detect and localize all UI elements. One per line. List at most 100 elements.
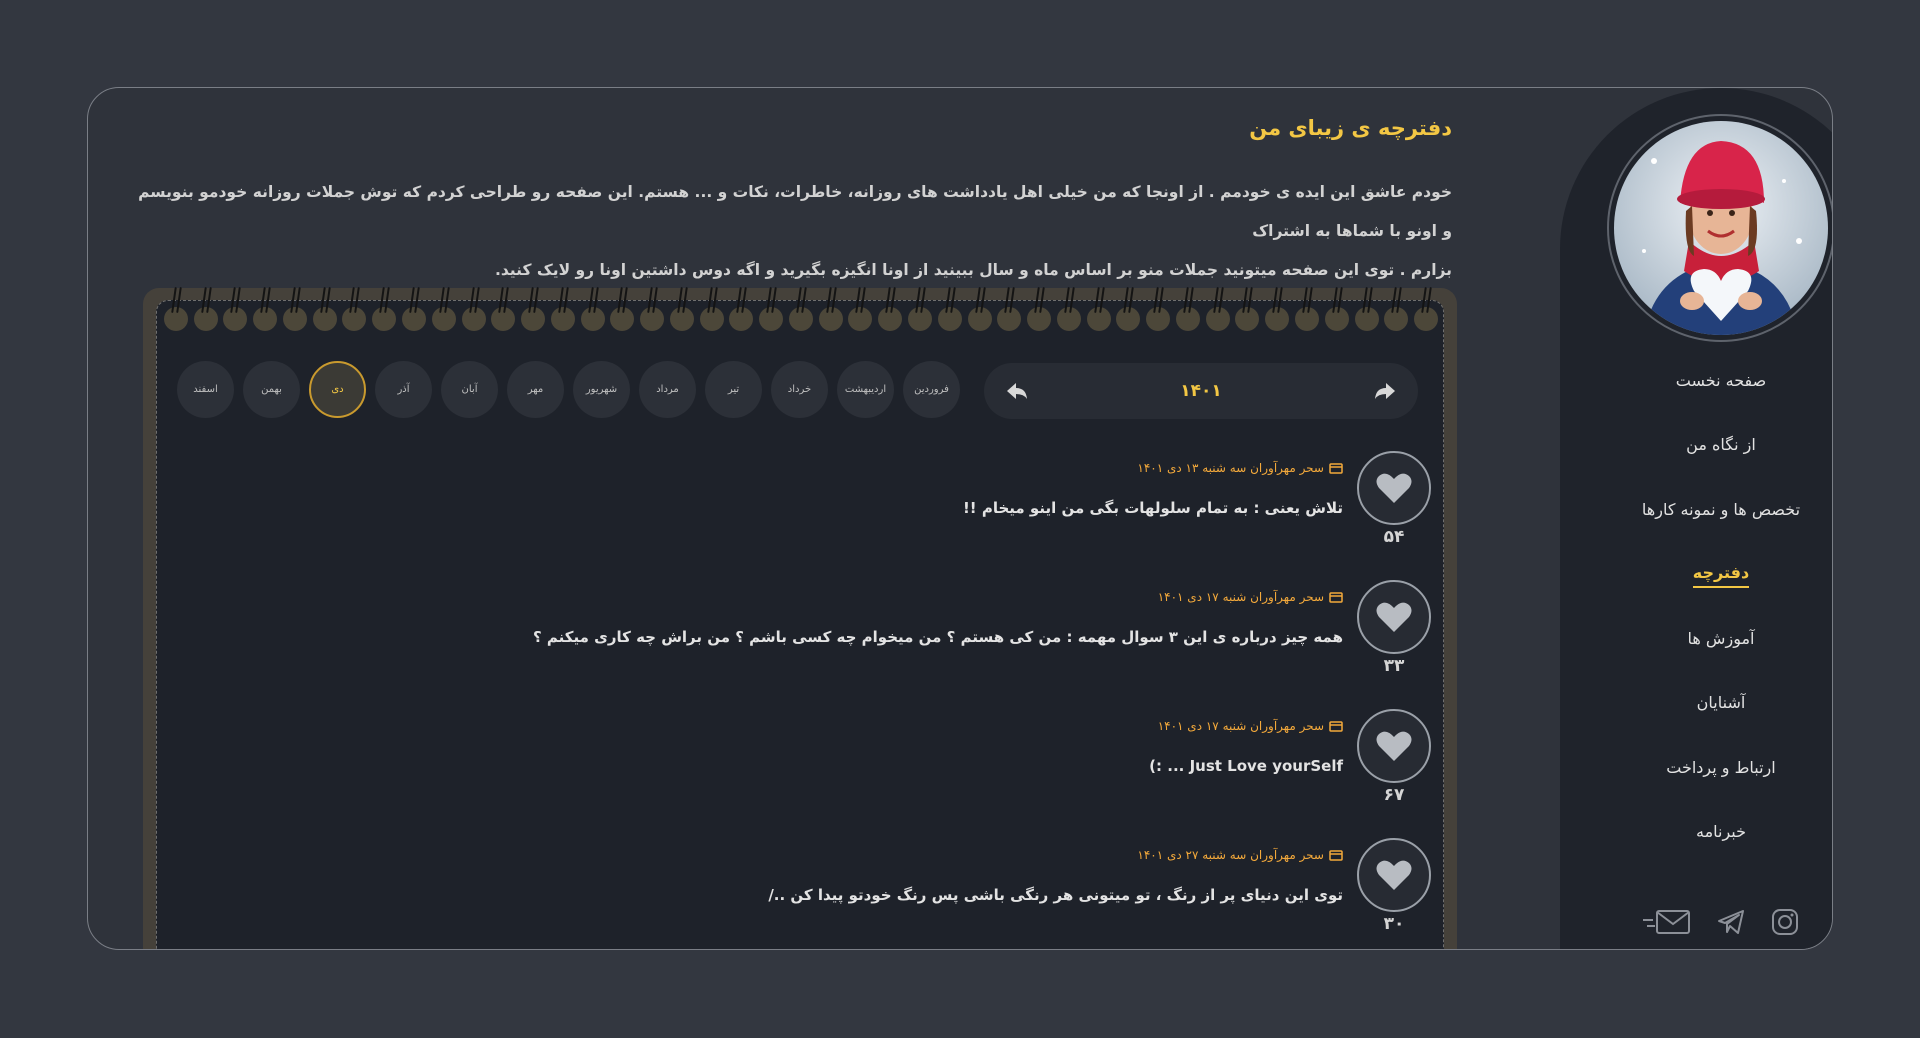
nav-item-friends[interactable]: آشنایان [1560, 673, 1832, 738]
mail-icon[interactable] [1643, 908, 1691, 940]
like-count: ۵۴ [1383, 527, 1405, 547]
post-text: همه چیز درباره ی این ۳ سوال مهمه : من کی… [532, 628, 1343, 646]
like-control: ۶۷ [1355, 709, 1433, 805]
month-khordad[interactable]: خرداد [771, 361, 828, 418]
spiral-ring [282, 307, 307, 331]
spiral-ring [1116, 307, 1141, 331]
next-year-arrow-icon[interactable] [1374, 382, 1396, 400]
like-control: ۳۳ [1355, 580, 1433, 676]
spiral-ring [878, 307, 903, 331]
post-meta: سحر مهرآوران شنبه ۱۷ دی ۱۴۰۱ [1158, 719, 1343, 733]
nav-item-contact-payment[interactable]: ارتباط و پرداخت [1560, 737, 1832, 802]
spiral-ring [669, 307, 694, 331]
month-mehr[interactable]: مهر [507, 361, 564, 418]
intro-line: بزارم . توی این صفحه میتونید جملات منو ب… [494, 261, 1452, 279]
spiral-ring [759, 307, 784, 331]
like-button[interactable] [1357, 451, 1431, 525]
like-button[interactable] [1357, 580, 1431, 654]
spiral-ring [1056, 307, 1081, 331]
post-author-date: سحر مهرآوران شنبه ۱۷ دی ۱۴۰۱ [1157, 719, 1324, 733]
spiral-ring [1146, 307, 1171, 331]
like-control: ۵۴ [1355, 451, 1433, 547]
like-control: ۳۰ [1355, 838, 1433, 934]
calendar-icon [1329, 463, 1343, 474]
spiral-ring [1324, 307, 1349, 331]
spiral-ring [431, 307, 456, 331]
spiral-ring [1294, 307, 1319, 331]
post-meta: سحر مهرآوران شنبه ۱۷ دی ۱۴۰۱ [1158, 590, 1343, 604]
spiral-ring [848, 307, 873, 331]
post-author-date: سحر مهرآوران سه شنبه ۲۷ دی ۱۴۰۱ [1137, 848, 1324, 862]
month-azar[interactable]: آذر [375, 361, 432, 418]
nav-item-portfolio[interactable]: تخصص ها و نمونه کارها [1560, 479, 1832, 544]
previous-year-arrow-icon[interactable] [1006, 382, 1028, 400]
calendar-icon [1329, 850, 1343, 861]
like-button[interactable] [1357, 709, 1431, 783]
nav-label: آموزش ها [1687, 628, 1755, 648]
post-text: تلاش یعنی : به تمام سلولهات بگی من اینو … [962, 499, 1343, 517]
month-bahman[interactable]: بهمن [243, 361, 300, 418]
list-item: ۶۷ سحر مهرآوران شنبه ۱۷ دی ۱۴۰۱ Just Lov… [333, 709, 1433, 837]
nav-label: دفترچه [1692, 563, 1750, 589]
list-item: ۳۳ سحر مهرآوران شنبه ۱۷ دی ۱۴۰۱ همه چیز … [333, 580, 1433, 708]
spiral-ring [223, 307, 248, 331]
heart-icon [1376, 473, 1412, 503]
month-aban[interactable]: آبان [441, 361, 498, 418]
telegram-icon[interactable] [1717, 908, 1745, 940]
post-text: Just Love yourSelf ... :) [1149, 757, 1343, 775]
spiral-ring [491, 307, 516, 331]
avatar-ring [1607, 114, 1832, 342]
spiral-ring [937, 307, 962, 331]
post-author-date: سحر مهرآوران سه شنبه ۱۳ دی ۱۴۰۱ [1137, 461, 1324, 475]
spiral-ring [461, 307, 486, 331]
year-selector: ۱۴۰۱ [984, 363, 1418, 419]
like-button[interactable] [1357, 838, 1431, 912]
main-nav: صفحه نخست از نگاه من تخصص ها و نمونه کار… [1560, 350, 1832, 867]
page-frame: صفحه نخست از نگاه من تخصص ها و نمونه کار… [87, 87, 1833, 950]
nav-label: صفحه نخست [1675, 370, 1767, 390]
month-ordibehesht[interactable]: اردیبهشت [837, 361, 894, 418]
month-mordad[interactable]: مرداد [639, 361, 696, 418]
month-dey[interactable]: دی [309, 361, 366, 418]
year-label: ۱۴۰۱ [1180, 381, 1222, 401]
nav-label: از نگاه من [1686, 435, 1756, 455]
spiral-ring [312, 307, 337, 331]
spiral-ring [1384, 307, 1409, 331]
notebook-board: اسفند بهمن دی آذر آبان مهر شهریور مرداد … [143, 288, 1457, 949]
nav-item-home[interactable]: صفحه نخست [1560, 350, 1832, 415]
spiral-ring [967, 307, 992, 331]
spiral-ring [580, 307, 605, 331]
spiral-ring [1205, 307, 1230, 331]
nav-label: ارتباط و پرداخت [1666, 757, 1776, 777]
spiral-ring [193, 307, 218, 331]
spiral-ring [788, 307, 813, 331]
social-links [1560, 908, 1832, 940]
post-author-date: سحر مهرآوران شنبه ۱۷ دی ۱۴۰۱ [1157, 590, 1324, 604]
spiral-ring [908, 307, 933, 331]
heart-icon [1376, 602, 1412, 632]
nav-item-newsletter[interactable]: خبرنامه [1560, 802, 1832, 867]
spiral-ring [550, 307, 575, 331]
month-farvardin[interactable]: فروردین [903, 361, 960, 418]
spiral-ring [640, 307, 665, 331]
calendar-icon [1329, 592, 1343, 603]
nav-item-notebook[interactable]: دفترچه [1560, 544, 1832, 609]
nav-item-my-view[interactable]: از نگاه من [1560, 415, 1832, 480]
month-shahrivar[interactable]: شهریور [573, 361, 630, 418]
nav-item-tutorials[interactable]: آموزش ها [1560, 608, 1832, 673]
like-count: ۶۷ [1383, 785, 1405, 805]
month-esfand[interactable]: اسفند [177, 361, 234, 418]
spiral-ring [1265, 307, 1290, 331]
notebook-spiral [157, 301, 1445, 331]
page-title: دفترچه ی زیبای من [1249, 116, 1452, 140]
month-selector: اسفند بهمن دی آذر آبان مهر شهریور مرداد … [177, 361, 960, 418]
spiral-ring [163, 307, 188, 331]
spiral-ring [997, 307, 1022, 331]
intro-line: خودم عاشق این ایده ی خودمم . از اونجا که… [138, 183, 1452, 240]
post-text: توی این دنیای پر از رنگ ، تو میتونی هر ر… [768, 886, 1343, 904]
spiral-ring [253, 307, 278, 331]
month-tir[interactable]: تیر [705, 361, 762, 418]
avatar[interactable] [1614, 121, 1828, 335]
spiral-ring [342, 307, 367, 331]
instagram-icon[interactable] [1771, 908, 1799, 940]
